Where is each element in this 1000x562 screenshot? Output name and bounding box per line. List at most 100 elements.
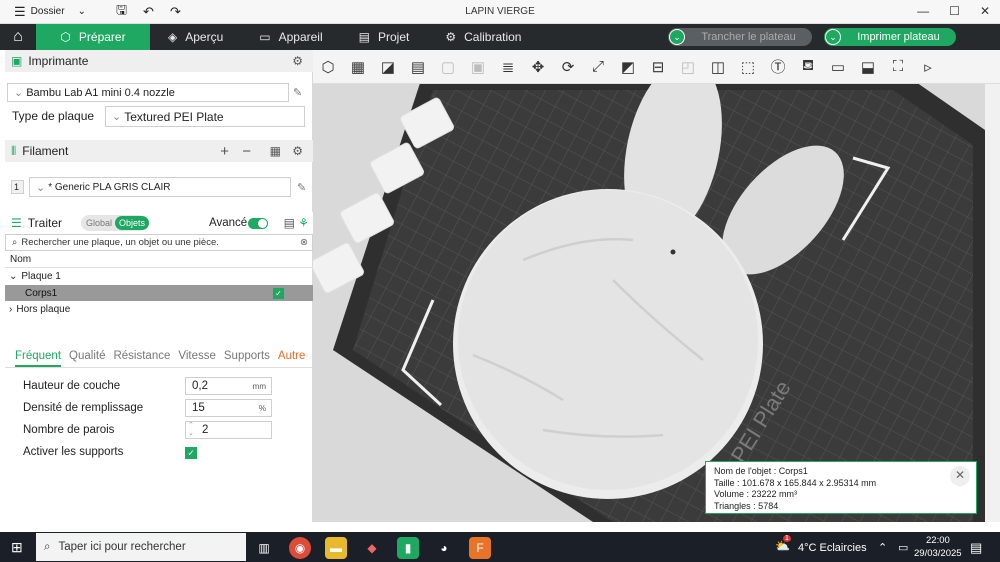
fusion-icon[interactable]: F [469, 537, 491, 559]
windows-start-icon[interactable]: ⊞ [11, 539, 23, 556]
left-panel: ▣ Imprimante ⚙ ⌄ Bambu Lab A1 mini 0.4 n… [5, 50, 313, 522]
search-input[interactable]: ⌕ Rechercher une plaque, un objet ou une… [5, 234, 313, 251]
viewport-3d[interactable]: d PEI Plate [313, 50, 985, 522]
infill-input[interactable]: 15 % [185, 399, 272, 417]
edit-icon[interactable]: ✎ [297, 181, 306, 194]
slice-plate-button[interactable]: ⌄ Trancher le plateau [668, 28, 812, 46]
tab-other[interactable]: Autre [278, 350, 306, 367]
assembly-icon[interactable]: ⬓ [853, 52, 883, 82]
object-label: Corps1 [25, 287, 58, 299]
seam-paint-icon[interactable]: ⬚ [733, 52, 763, 82]
color-paint-icon[interactable]: ⛾ [793, 52, 823, 82]
split-parts-icon[interactable]: ▣ [463, 52, 493, 82]
cut-icon[interactable]: ⊟ [643, 52, 673, 82]
file-menu[interactable]: ☰ Dossier ⌄ [0, 4, 86, 20]
undo-icon[interactable]: ↶ [143, 4, 154, 20]
more-icon[interactable]: ▹ [913, 52, 943, 82]
tab-device[interactable]: ▭ Appareil [241, 24, 340, 50]
chevron-down-icon[interactable]: ⌄ [78, 6, 86, 17]
gear-icon[interactable]: ⚙ [292, 144, 303, 158]
plugin-icon[interactable]: ⚘ [298, 216, 309, 230]
network-icon[interactable]: ▭ [898, 541, 908, 554]
tree-row-outside[interactable]: › Hors plaque [5, 301, 313, 317]
support-paint-icon[interactable]: ◫ [703, 52, 733, 82]
task-view-icon[interactable]: ▥ [253, 537, 275, 559]
paint-icon[interactable]: ◕ [433, 537, 455, 559]
global-objects-toggle[interactable]: Global Objets [81, 215, 150, 231]
edit-icon[interactable]: ✎ [293, 86, 302, 99]
rotate-icon[interactable]: ⟳ [553, 52, 583, 82]
compare-icon[interactable]: ▤ [284, 216, 295, 230]
stepper-arrows-icon[interactable]: ⌃ ⌄ [188, 422, 194, 438]
tab-speed[interactable]: Vitesse [178, 350, 216, 367]
notification-icon[interactable]: ▤ [970, 540, 982, 556]
redo-icon[interactable]: ↷ [170, 4, 181, 20]
file-menu-label[interactable]: Dossier [31, 6, 65, 17]
chevron-down-icon[interactable]: ⌄ [825, 29, 841, 45]
layer-height-input[interactable]: 0,2 mm [185, 377, 272, 395]
build-plate-render[interactable]: d PEI Plate [313, 50, 985, 522]
boolean-icon[interactable]: ◰ [673, 52, 703, 82]
clear-icon[interactable]: ⊗ [300, 237, 308, 248]
close-icon[interactable]: ✕ [980, 4, 990, 18]
tab-prepare[interactable]: ⬡ Préparer [36, 24, 150, 50]
monitor-icon: ▭ [259, 30, 271, 44]
print-label: Imprimer plateau [857, 31, 940, 43]
close-icon[interactable]: ✕ [950, 466, 970, 486]
toggle-objects[interactable]: Objets [115, 216, 150, 230]
add-icon[interactable]: + [220, 143, 229, 160]
home-icon[interactable]: ⌂ [0, 24, 36, 50]
tree-row-plate[interactable]: ⌄ Plaque 1 [5, 268, 313, 284]
tab-strength[interactable]: Résistance [113, 350, 170, 367]
toggle-global[interactable]: Global [81, 218, 112, 228]
object-checkbox[interactable]: ✓ [273, 288, 284, 299]
filament-sync-icon[interactable]: ▦ [270, 144, 281, 158]
clock-date[interactable]: 29/03/2025 [914, 548, 962, 559]
add-plate-icon[interactable]: ▦ [343, 52, 373, 82]
printer-select[interactable]: ⌄ Bambu Lab A1 mini 0.4 nozzle [7, 83, 289, 102]
remove-icon[interactable]: − [242, 143, 251, 160]
tree-row-object[interactable]: Corps1 ✓ [5, 285, 313, 301]
tab-preview[interactable]: ◈ Aperçu [150, 24, 241, 50]
measure-icon[interactable]: ▭ [823, 52, 853, 82]
auto-orient-icon[interactable]: ◪ [373, 52, 403, 82]
hamburger-icon[interactable]: ☰ [14, 4, 26, 20]
minimize-icon[interactable]: — [917, 4, 929, 18]
scale-icon[interactable]: ⤢ [583, 52, 613, 82]
tab-supports[interactable]: Supports [224, 350, 270, 367]
advanced-toggle[interactable] [248, 218, 268, 229]
layers-icon[interactable]: ≣ [493, 52, 523, 82]
chevron-down-icon[interactable]: ⌄ [9, 271, 17, 282]
add-cube-icon[interactable]: ⬡ [313, 52, 343, 82]
plate-type-select[interactable]: ⌄ Textured PEI Plate [105, 106, 305, 127]
chevron-right-icon[interactable]: › [9, 304, 12, 315]
gear-icon[interactable]: ⚙ [292, 54, 303, 68]
split-objects-icon[interactable]: ▢ [433, 52, 463, 82]
chevron-down-icon[interactable]: ⌄ [669, 29, 685, 45]
save-icon[interactable]: 🖫 [116, 1, 127, 23]
tab-project[interactable]: ▤ Projet [341, 24, 428, 50]
walls-stepper[interactable]: ⌃ ⌄ 2 [185, 421, 272, 439]
maximize-icon[interactable]: ☐ [949, 4, 960, 18]
fit-view-icon[interactable]: ⛶ [883, 52, 913, 82]
lay-on-face-icon[interactable]: ◩ [613, 52, 643, 82]
chrome-icon[interactable]: ◉ [289, 537, 311, 559]
print-plate-button[interactable]: ⌄ Imprimer plateau [824, 28, 956, 46]
tab-frequent[interactable]: Fréquent [15, 350, 62, 367]
text-icon[interactable]: Ⓣ [763, 52, 793, 82]
weather-text[interactable]: 4°C Eclaircies [798, 542, 867, 554]
move-icon[interactable]: ✥ [523, 52, 553, 82]
chevron-up-icon[interactable]: ⌃ [878, 541, 887, 554]
tab-quality[interactable]: Qualité [69, 350, 105, 367]
app-icon[interactable]: ◆ [361, 537, 383, 559]
arrange-icon[interactable]: ▤ [403, 52, 433, 82]
filament-select[interactable]: ⌄ * Generic PLA GRIS CLAIR [29, 177, 291, 197]
infill-unit: % [258, 403, 266, 413]
bambu-studio-icon[interactable]: ▮ [397, 537, 419, 559]
file-explorer-icon[interactable]: ▬ [325, 537, 347, 559]
supports-checkbox[interactable]: ✓ [185, 447, 197, 459]
tab-calibration[interactable]: ⚙ Calibration [427, 24, 539, 50]
taskbar-search[interactable]: ⌕ Taper ici pour rechercher [36, 533, 246, 561]
outside-label: Hors plaque [16, 303, 71, 315]
clock-time[interactable]: 22:00 [926, 535, 950, 546]
